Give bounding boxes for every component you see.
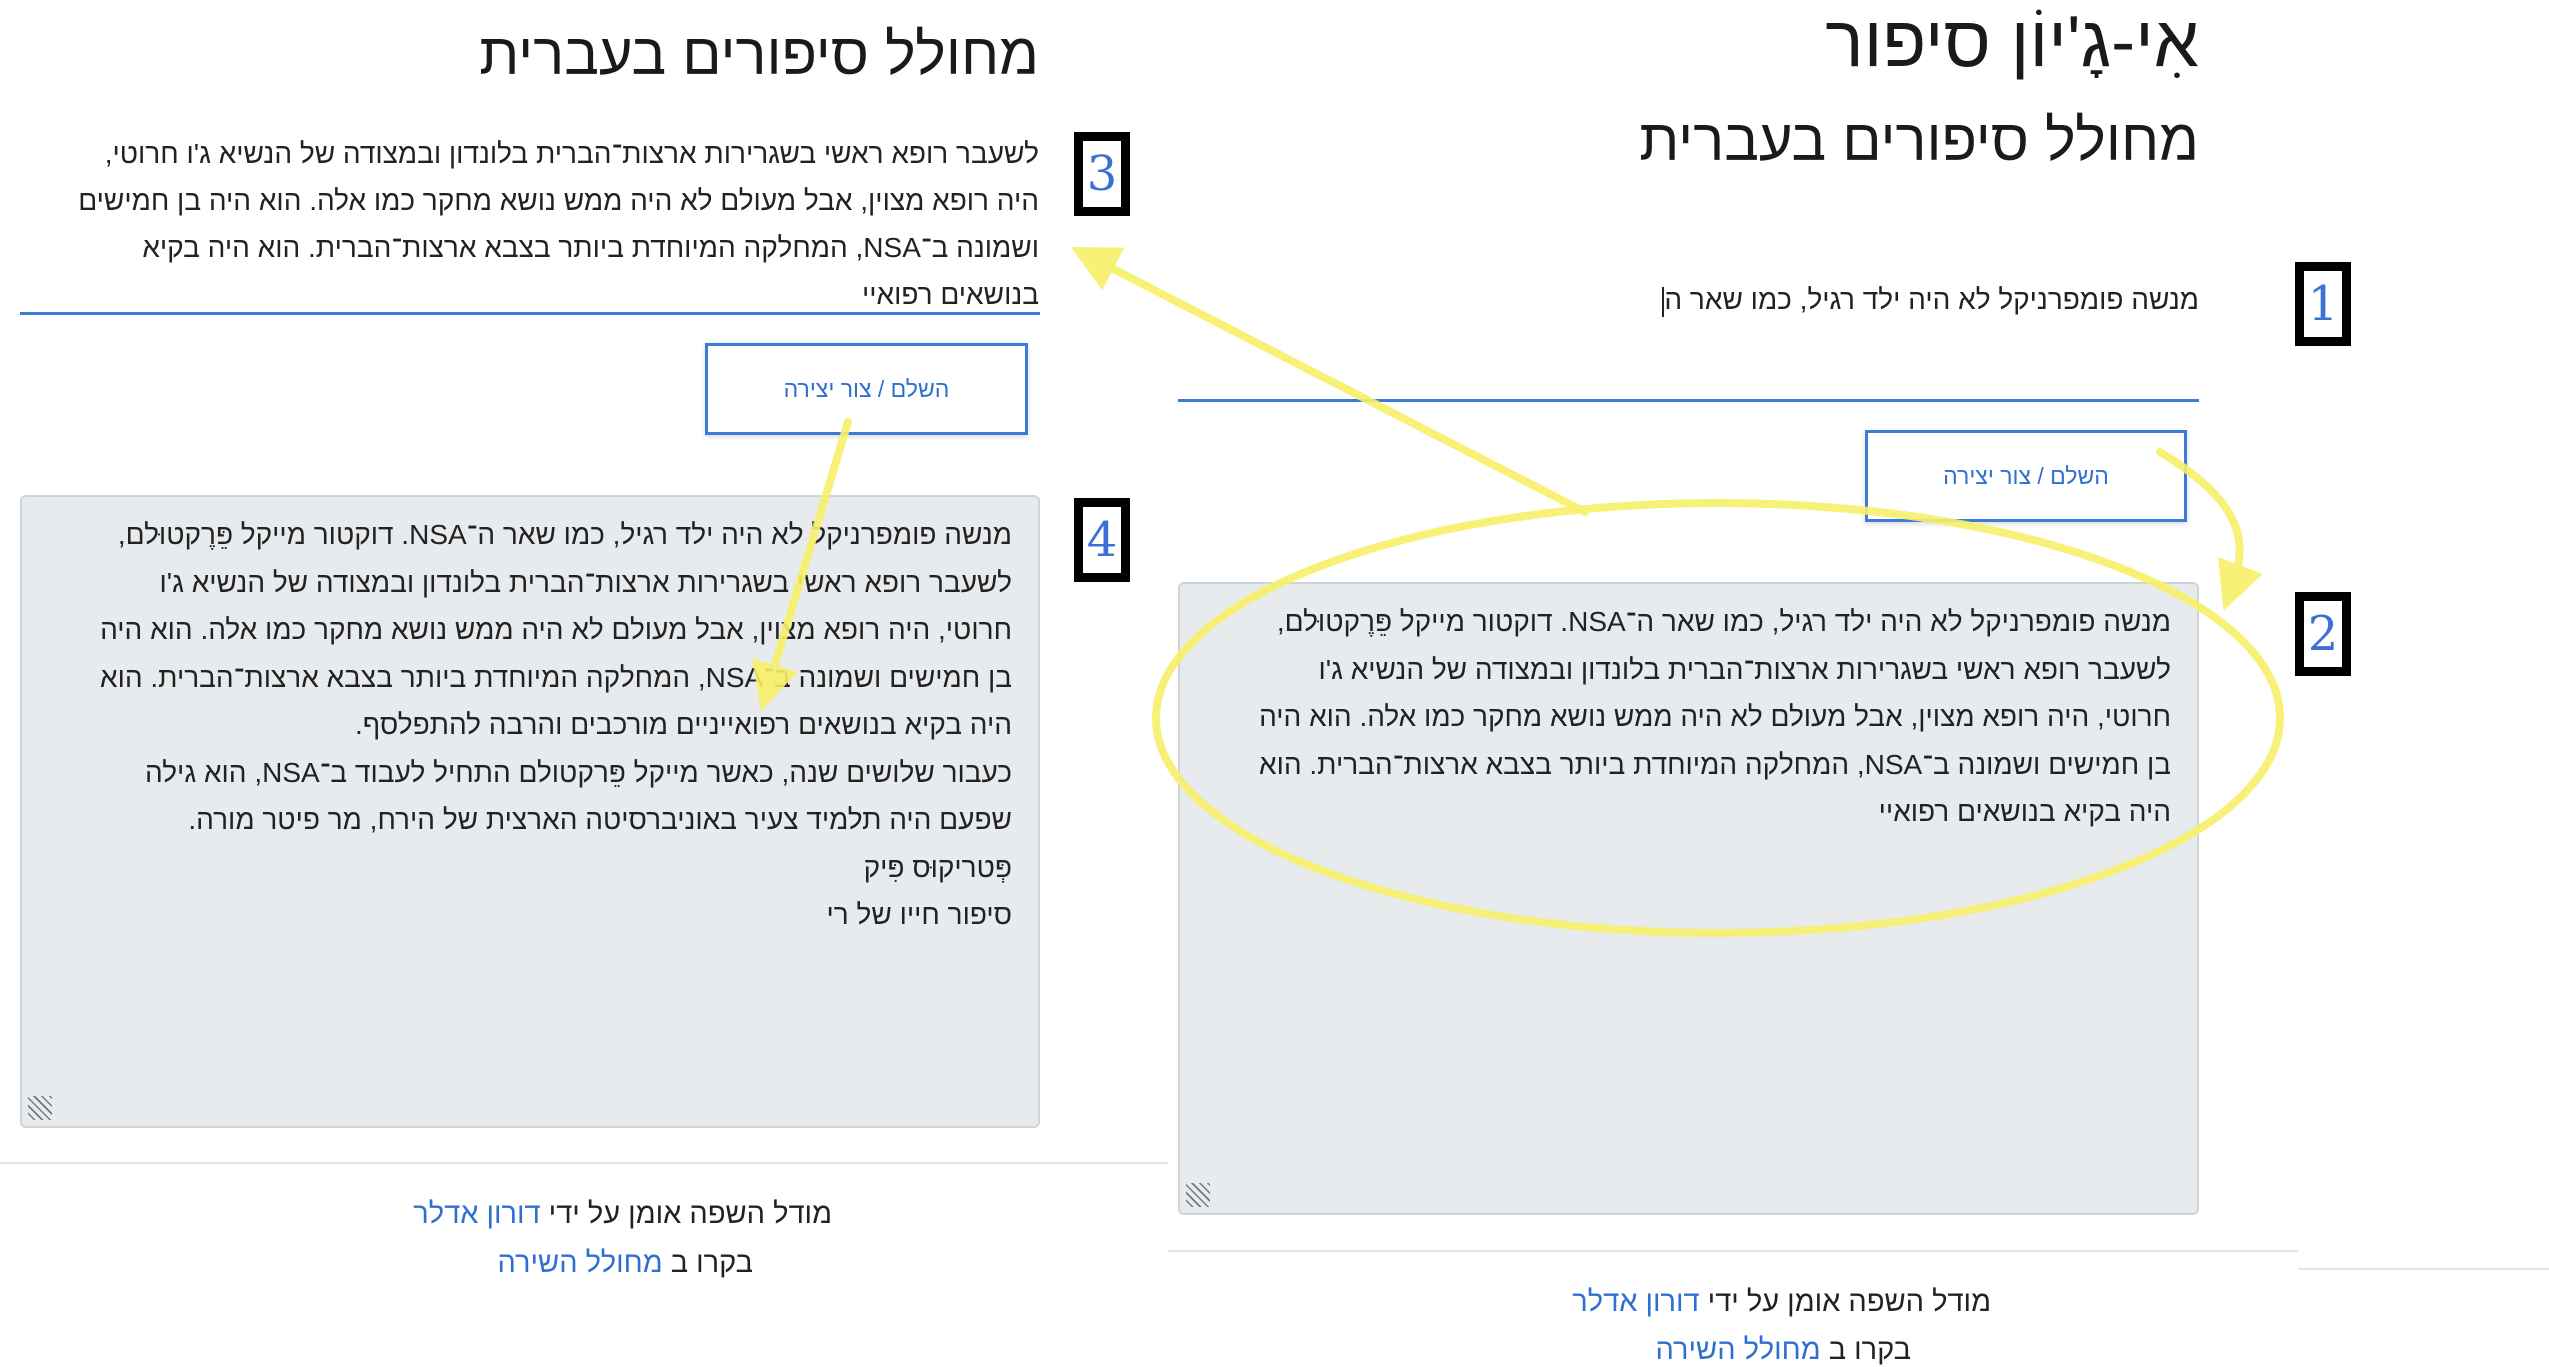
arrow-button-to-output xyxy=(2156,448,2263,611)
annotation-overlay xyxy=(751,247,2284,937)
step-label-3: 3 xyxy=(1074,132,1130,216)
step-label-1: 1 xyxy=(2295,262,2351,346)
arrow-button-to-continuation xyxy=(751,418,852,711)
highlight-ellipse xyxy=(1152,499,2284,937)
step-label-4: 4 xyxy=(1074,498,1130,582)
step-label-2: 2 xyxy=(2295,592,2351,676)
arrow-output-to-input xyxy=(1070,247,1589,516)
